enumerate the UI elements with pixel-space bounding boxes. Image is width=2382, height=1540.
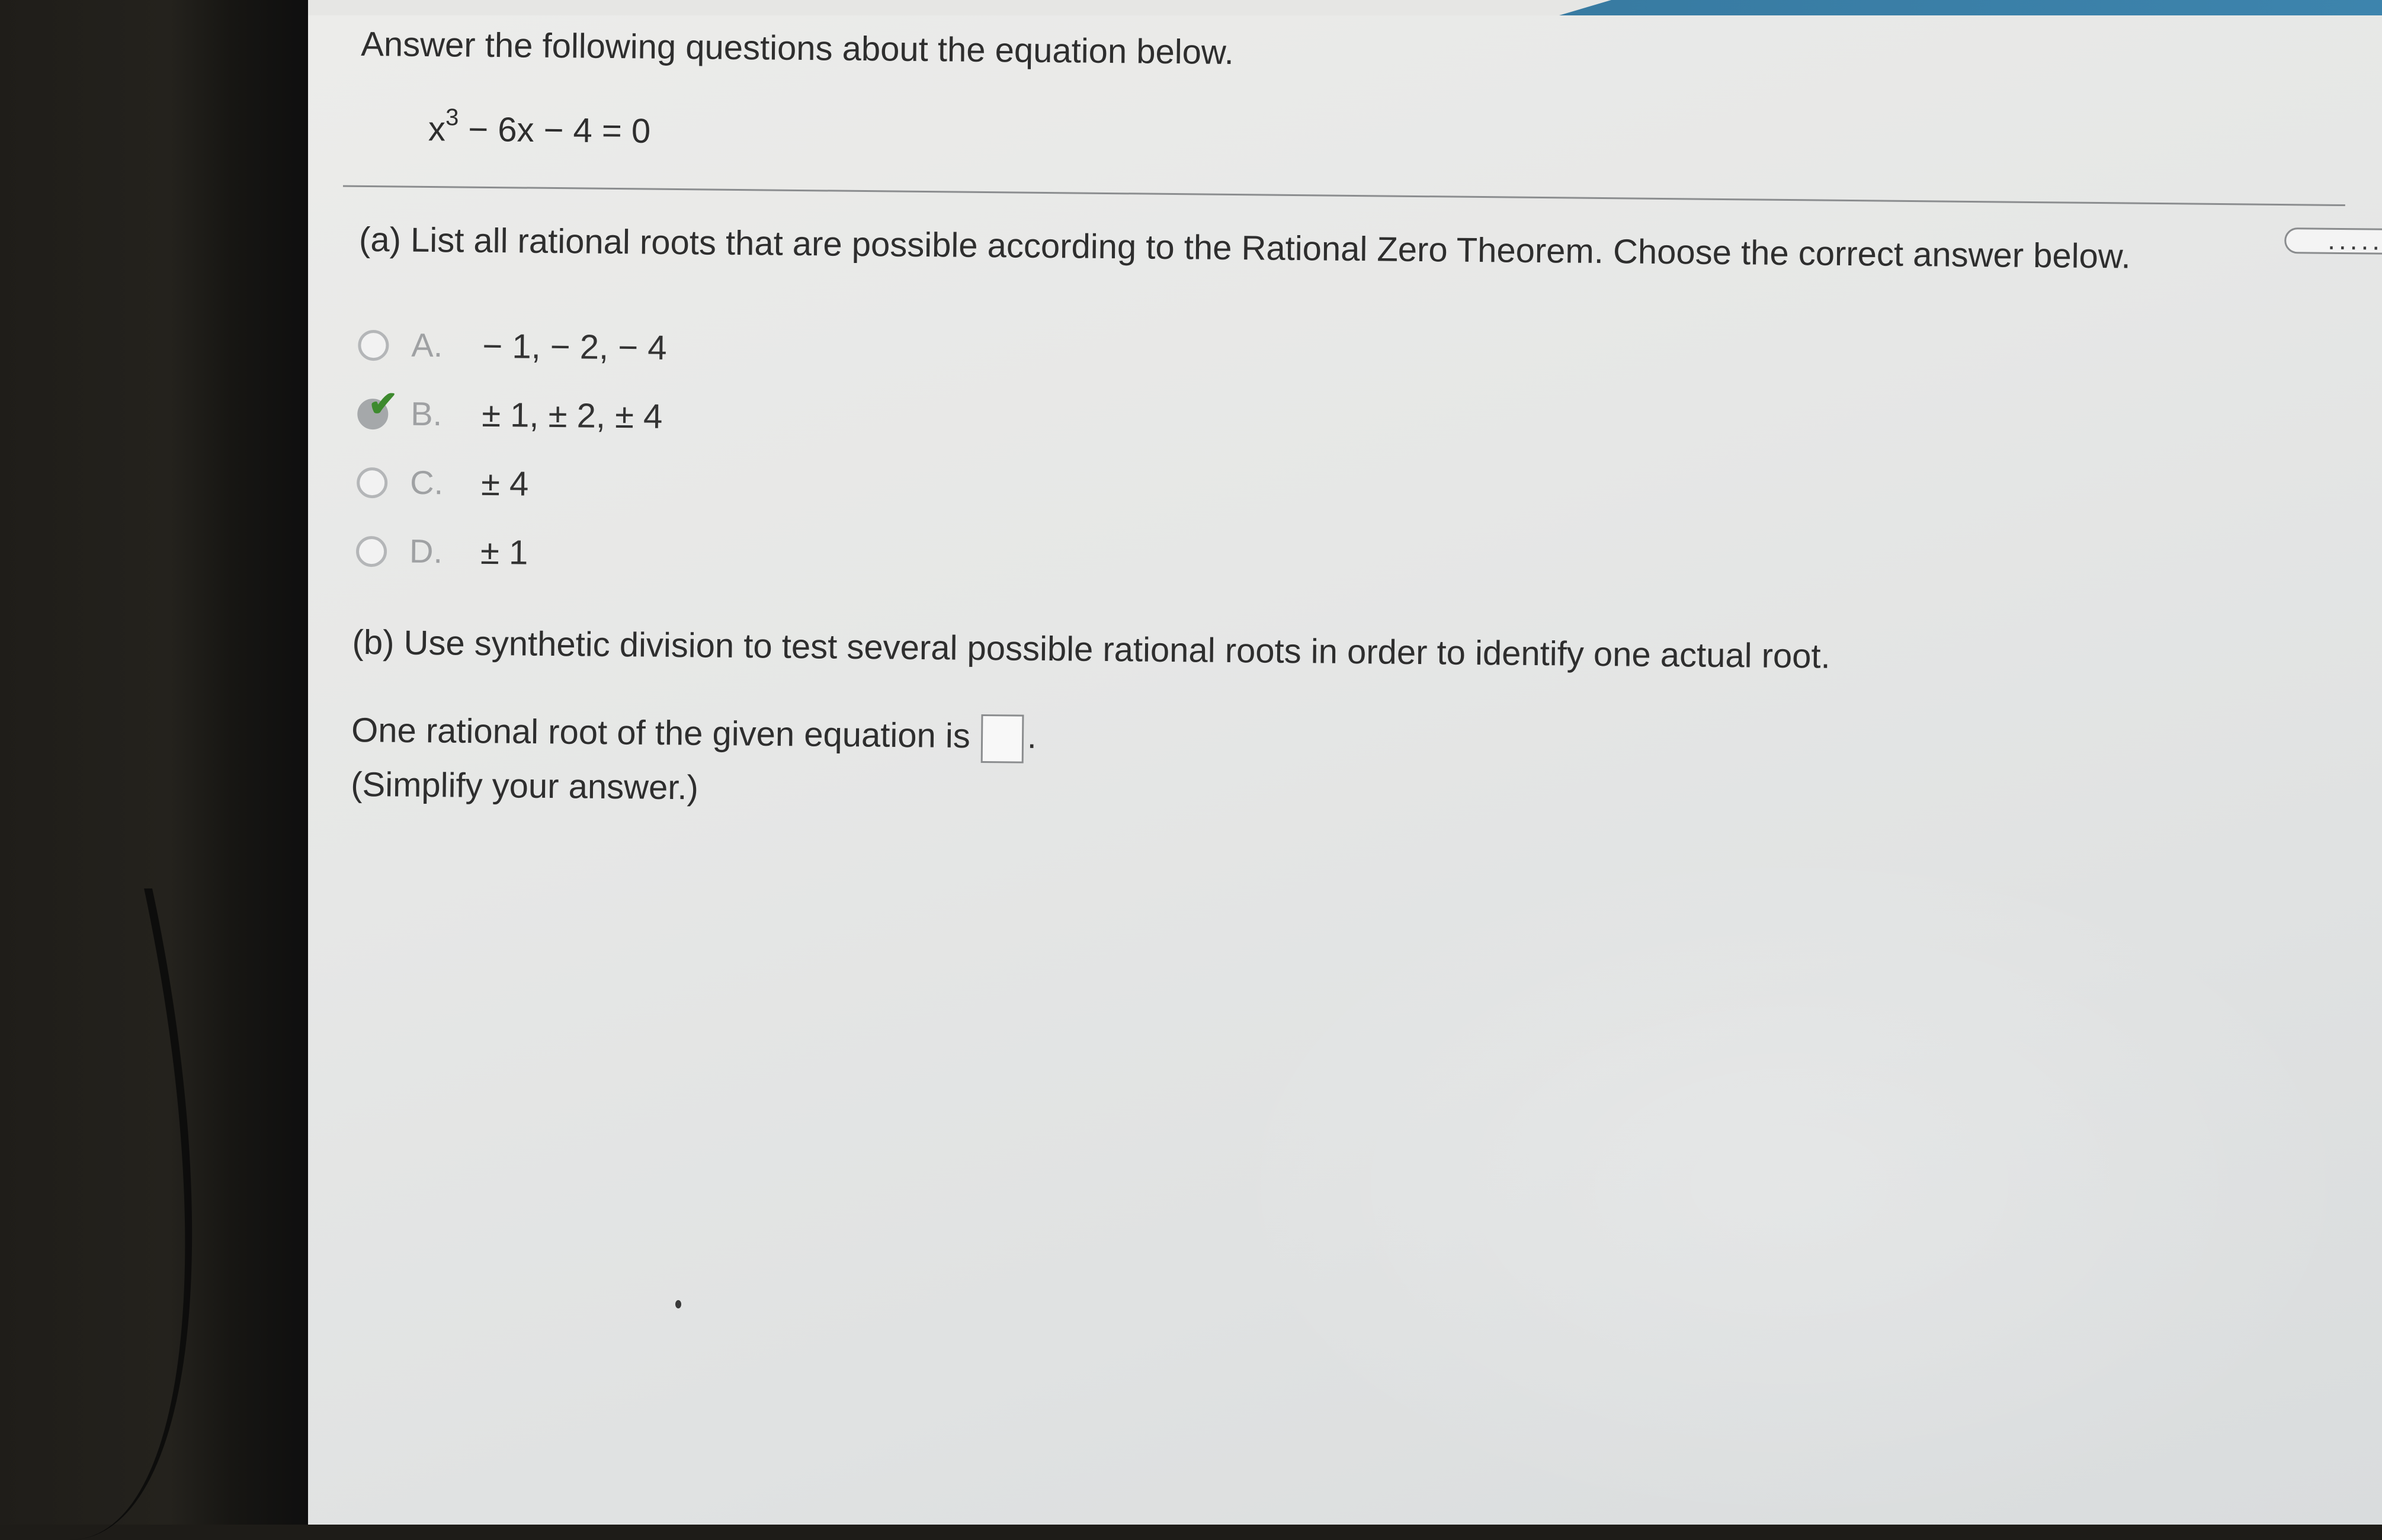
equation-exponent: 3 [445,104,459,131]
choice-a-radio[interactable] [358,329,389,361]
divider [342,185,2345,207]
answer-line: One rational root of the given equation … [351,708,1037,763]
checkmark-icon: ✔ [368,384,399,424]
choice-b-text: ± 1, ± 2, ± 4 [481,395,663,436]
answer-label: One rational root of the given equation … [351,711,971,756]
choice-a-text: − 1, − 2, − 4 [482,326,667,367]
choice-d[interactable]: D. ± 1 [355,531,528,579]
answer-input[interactable] [980,714,1024,763]
choice-d-radio[interactable] [355,535,387,567]
more-options-button[interactable]: ..... [2284,224,2382,256]
equation: x3 − 6x − 4 = 0 [428,104,651,151]
equation-base: x [428,110,446,149]
choice-b-letter: B. [411,394,443,433]
screen-glare [1197,829,2381,1525]
choice-c-letter: C. [409,463,444,502]
answer-suffix: . [1027,717,1037,756]
choice-c-text: ± 4 [480,464,529,503]
choice-c-radio[interactable] [356,467,388,499]
choice-b[interactable]: ✔ B. ± 1, ± 2, ± 4 [357,384,663,441]
question-prompt: Answer the following questions about the… [360,24,1235,72]
equation-rest: − 6x − 4 = 0 [458,110,651,150]
part-a-prompt: (a) List all rational roots that are pos… [358,220,2131,276]
part-b-prompt: (b) Use synthetic division to test sever… [352,623,1831,676]
screen-speck [675,1300,681,1308]
screen: Answer the following questions about the… [308,0,2382,1525]
choice-d-text: ± 1 [480,532,528,572]
choice-a-letter: A. [411,326,443,364]
simplify-hint: (Simplify your answer.) [350,765,699,807]
choice-d-letter: D. [409,532,443,570]
more-options-label: ..... [2328,224,2382,256]
